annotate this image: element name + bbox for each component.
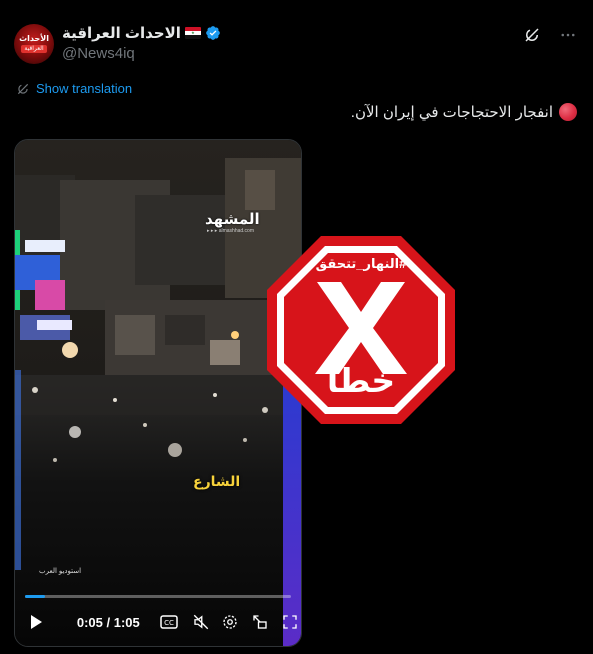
video-player[interactable]: المشهد ▸ ▸ ▸ almashhad.com الشارع استودي… — [14, 139, 302, 647]
tweet-actions — [521, 24, 579, 46]
stamp-verdict: خطأ — [326, 362, 396, 399]
iraq-flag-icon: ★ — [184, 27, 201, 39]
video-progress-fill — [25, 595, 46, 598]
grok-icon[interactable] — [521, 24, 543, 46]
video-progress-bar[interactable] — [25, 595, 291, 598]
avatar-title: الأحداث — [19, 34, 49, 43]
video-street-label: الشارع — [193, 473, 241, 489]
show-translation-row[interactable]: Show translation — [16, 81, 132, 96]
red-circle-icon — [559, 103, 577, 121]
tweet-text: انفجار الاحتجاجات في إيران الآن. — [350, 104, 553, 121]
video-controls: 0:05 / 1:05 CC — [15, 607, 301, 637]
mute-icon[interactable] — [190, 611, 212, 633]
picture-in-picture-icon[interactable] — [249, 611, 271, 633]
settings-icon[interactable] — [219, 611, 241, 633]
author-handle[interactable]: @News4iq — [62, 45, 135, 62]
svg-text:CC: CC — [164, 619, 174, 627]
more-horizontal-icon[interactable] — [557, 24, 579, 46]
avatar-subtitle: العراقية — [21, 45, 47, 53]
video-studio-logo: استوديو العرب — [39, 568, 82, 575]
fact-check-stamp: #النهار_تتحقق خطأ — [265, 234, 457, 426]
author-display-name[interactable]: الاحداث العراقية — [62, 24, 181, 42]
verified-badge-icon — [206, 26, 220, 40]
avatar[interactable]: الأحداث العراقية — [14, 24, 54, 64]
captions-icon[interactable]: CC — [158, 611, 180, 633]
author-name-row: الاحداث العراقية ★ — [62, 24, 221, 42]
tweet-text-row: انفجار الاحتجاجات في إيران الآن. — [351, 103, 577, 121]
video-time-display: 0:05 / 1:05 — [76, 614, 140, 630]
video-watermark-brand: المشهد — [205, 211, 260, 228]
play-icon[interactable] — [25, 611, 47, 633]
translate-icon — [17, 83, 29, 94]
stamp-hashtag: #النهار_تتحقق — [315, 256, 407, 271]
video-watermark-url: ▸ ▸ ▸ almashhad.com — [207, 228, 254, 234]
fullscreen-icon[interactable] — [279, 611, 301, 633]
show-translation-link[interactable]: Show translation — [36, 81, 132, 96]
